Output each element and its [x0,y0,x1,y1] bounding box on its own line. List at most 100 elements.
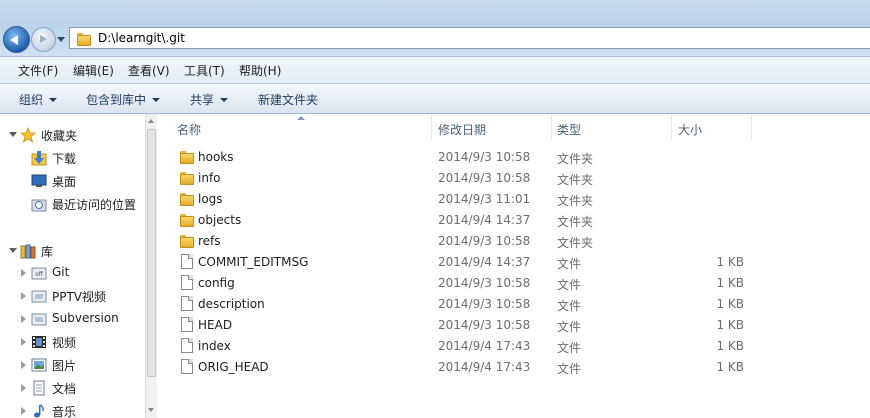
organize-button[interactable]: 组织 [19,91,58,108]
file-name: COMMIT_EDITMSG [198,255,309,269]
pptv-library-icon [31,290,47,303]
recent-pages-dropdown[interactable] [56,34,66,44]
expand-arrow-icon[interactable] [21,315,26,323]
nav-item-pictures[interactable]: 图片 [0,355,145,375]
address-field[interactable]: D:\learngit\.git [69,27,870,49]
file-size: 1 KB [716,360,744,374]
column-header-type[interactable]: 类型 [557,121,581,138]
folder-icon [179,191,195,207]
file-name: index [198,339,231,353]
file-row[interactable]: hooks 2014/9/3 10:58 文件夹 [157,147,870,168]
nav-libraries[interactable]: 库 [0,241,145,261]
file-icon [179,359,195,375]
recent-places-icon [31,199,47,212]
file-row[interactable]: COMMIT_EDITMSG 2014/9/4 14:37 文件 1 KB [157,252,870,273]
share-label: 共享 [190,93,215,107]
expand-arrow-icon[interactable] [9,132,17,137]
forward-button[interactable] [31,27,56,52]
file-row[interactable]: index 2014/9/4 17:43 文件 1 KB [157,336,870,357]
navigation-pane: 收藏夹 下载 桌面 最近访问的位置 库 off Git PPTV视频 Subve… [0,114,145,418]
file-row[interactable]: ORIG_HEAD 2014/9/4 17:43 文件 1 KB [157,357,870,378]
expand-arrow-icon[interactable] [21,292,26,300]
folder-icon [76,31,92,47]
nav-item-videos[interactable]: 视频 [0,332,145,352]
scroll-up-arrow-icon[interactable] [146,114,157,128]
file-modified-date: 2014/9/3 10:58 [438,276,531,290]
column-divider[interactable] [431,114,432,140]
column-header-date[interactable]: 修改日期 [438,121,486,138]
file-row[interactable]: description 2014/9/3 10:58 文件 1 KB [157,294,870,315]
back-button[interactable] [3,26,30,53]
expand-arrow-icon[interactable] [21,269,26,277]
organize-label: 组织 [19,93,44,107]
column-header-name[interactable]: 名称 [177,121,201,138]
address-path: D:\learngit\.git [98,31,185,45]
expand-arrow-icon[interactable] [21,361,26,369]
nav-item-label: Git [52,265,70,279]
folder-icon-shape [179,191,195,207]
nav-item-label: Subversion [52,311,119,325]
expand-arrow-icon[interactable] [21,338,26,346]
file-row[interactable]: objects 2014/9/4 14:37 文件夹 [157,210,870,231]
column-divider[interactable] [751,114,752,140]
file-type: 文件夹 [557,152,594,166]
file-type: 文件 [557,257,582,271]
desktop-icon [31,174,47,187]
nav-libraries-label: 库 [41,245,54,259]
scrollbar-thumb[interactable] [147,129,156,377]
column-divider[interactable] [671,114,672,140]
folder-icon-shape [179,233,195,249]
nav-item-documents[interactable]: 文档 [0,378,145,398]
file-size: 1 KB [716,318,744,332]
pictures-library-icon [31,358,47,372]
expand-arrow-icon[interactable] [21,384,26,392]
folder-icon [179,149,195,165]
menu-edit[interactable]: 编辑(E) [73,62,114,79]
folder-icon [179,212,195,228]
file-modified-date: 2014/9/3 10:58 [438,297,531,311]
file-icon-shape [181,275,193,290]
column-header-size[interactable]: 大小 [678,121,702,138]
file-size: 1 KB [716,339,744,353]
file-name: objects [198,213,242,227]
file-modified-date: 2014/9/3 10:58 [438,234,531,248]
nav-item-pptv[interactable]: PPTV视频 [0,286,145,306]
nav-item-recent-places[interactable]: 最近访问的位置 [0,194,145,214]
folder-icon-shape [179,170,195,186]
folder-icon-shape [179,212,195,228]
expand-arrow-icon[interactable] [21,407,26,415]
new-folder-button[interactable]: 新建文件夹 [258,91,318,108]
file-row[interactable]: info 2014/9/3 10:58 文件夹 [157,168,870,189]
file-name: logs [198,192,223,206]
nav-item-subversion[interactable]: Subversion [0,309,145,329]
file-row[interactable]: HEAD 2014/9/3 10:58 文件 1 KB [157,315,870,336]
file-row[interactable]: config 2014/9/3 10:58 文件 1 KB [157,273,870,294]
menu-view[interactable]: 查看(V) [128,62,170,79]
file-type: 文件夹 [557,215,594,229]
column-divider[interactable] [551,114,552,140]
nav-pane-scrollbar[interactable] [145,114,157,418]
address-bar-area: D:\learngit\.git [0,0,870,56]
menu-tools[interactable]: 工具(T) [184,62,225,79]
file-name: info [198,171,221,185]
share-button[interactable]: 共享 [190,91,229,108]
file-type: 文件夹 [557,194,594,208]
menu-file[interactable]: 文件(F) [18,62,58,79]
music-library-icon [34,404,44,418]
file-row[interactable]: refs 2014/9/3 10:58 文件夹 [157,231,870,252]
file-type: 文件 [557,341,582,355]
expand-arrow-icon[interactable] [9,248,17,253]
scroll-down-arrow-icon[interactable] [146,404,157,418]
chevron-down-icon [220,98,229,102]
folder-icon [179,233,195,249]
nav-item-desktop[interactable]: 桌面 [0,171,145,191]
file-icon-shape [181,296,193,311]
nav-item-downloads[interactable]: 下载 [0,148,145,168]
nav-favorites[interactable]: 收藏夹 [0,125,145,145]
nav-item-music[interactable]: 音乐 [0,401,145,418]
nav-item-git[interactable]: off Git [0,263,145,283]
menu-help[interactable]: 帮助(H) [239,62,281,79]
sort-ascending-icon [297,116,305,120]
file-row[interactable]: logs 2014/9/3 11:01 文件夹 [157,189,870,210]
include-in-library-button[interactable]: 包含到库中 [86,91,161,108]
